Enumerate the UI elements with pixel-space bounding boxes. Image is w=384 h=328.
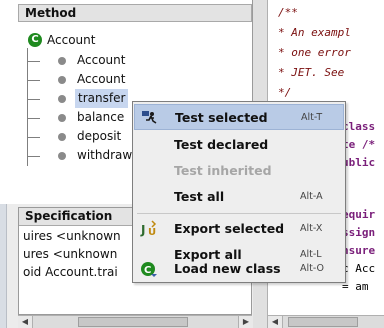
svg-text:J: J — [140, 223, 145, 237]
load-class-icon: C — [140, 260, 158, 278]
menu-item-export-selected[interactable]: J U Export selected Alt-X — [134, 216, 344, 242]
scroll-right-arrow-icon[interactable]: ▶ — [238, 316, 253, 328]
class-icon: C — [28, 33, 42, 47]
menu-item-shortcut: Alt-O — [300, 263, 325, 274]
export-junit-icon: J U — [140, 220, 158, 238]
code-line: ssign — [342, 226, 376, 239]
code-line: /** — [278, 6, 298, 19]
svg-text:C: C — [144, 265, 151, 276]
spec-line: uires <unknown — [23, 229, 121, 243]
menu-item-label: Test all — [174, 189, 225, 204]
code-line: equir — [342, 208, 376, 221]
method-icon — [58, 57, 66, 65]
menu-item-label: Test inherited — [174, 163, 272, 178]
menu-item-load-new-class[interactable]: C Load new class Alt-O — [134, 256, 344, 282]
menu-item-test-selected[interactable]: Test selected Alt-T — [134, 104, 344, 130]
spec-line: oid Account.trai — [23, 265, 118, 279]
tree-method-item[interactable]: Account — [77, 51, 125, 70]
code-line: c Acc — [342, 262, 376, 275]
menu-item-shortcut: Alt-T — [301, 112, 323, 123]
tree-branch — [27, 99, 40, 100]
tree-branch — [27, 156, 40, 157]
tree-method-item-selected[interactable]: transfer — [75, 89, 129, 108]
method-icon — [58, 95, 66, 103]
tree-method-item[interactable]: balance — [77, 108, 124, 127]
code-line: * An exampl — [278, 26, 351, 39]
menu-separator — [137, 213, 341, 214]
code-line: * JET. See — [278, 66, 345, 79]
tree-connector — [27, 48, 28, 166]
tree-branch — [27, 61, 40, 62]
menu-item-label: Export selected — [174, 221, 285, 236]
menu-item-test-declared[interactable]: Test declared — [134, 132, 344, 158]
code-line: class — [342, 120, 376, 133]
menu-item-label: Load new class — [174, 261, 281, 276]
scroll-left-arrow-icon[interactable]: ◀ — [268, 316, 283, 328]
menu-item-shortcut: Alt-A — [300, 191, 323, 202]
code-line: * one error — [278, 46, 351, 59]
menu-item-label: Test declared — [174, 137, 269, 152]
tree-branch — [27, 118, 40, 119]
spec-horizontal-scrollbar[interactable]: ◀ ▶ — [18, 315, 253, 328]
spec-line: ures <unknown — [23, 247, 118, 261]
menu-item-test-all[interactable]: Test all Alt-A — [134, 184, 344, 210]
menu-item-test-inherited: Test inherited — [134, 158, 344, 184]
tree-branch — [27, 137, 40, 138]
method-icon — [58, 133, 66, 141]
run-test-icon — [141, 109, 159, 127]
method-icon — [58, 152, 66, 160]
scroll-left-arrow-icon[interactable]: ◀ — [18, 316, 33, 328]
code-line: nsure — [342, 244, 376, 257]
tree-method-item[interactable]: Account — [77, 70, 125, 89]
svg-text:U: U — [148, 227, 156, 238]
menu-item-label: Test selected — [175, 110, 268, 125]
menu-item-shortcut: Alt-X — [300, 223, 323, 234]
code-line: ublic — [342, 156, 376, 169]
tree-branch — [27, 80, 40, 81]
tree-method-item[interactable]: deposit — [77, 127, 121, 146]
tree-class-account[interactable]: Account — [47, 31, 95, 50]
scroll-thumb[interactable] — [78, 317, 188, 327]
code-line: */ — [278, 86, 292, 99]
editor-horizontal-scrollbar[interactable]: ◀ — [268, 315, 384, 328]
tree-method-item[interactable]: withdraw — [77, 146, 132, 165]
context-menu: Test selected Alt-T Test declared Test i… — [132, 101, 346, 283]
method-icon — [58, 76, 66, 84]
scroll-thumb[interactable] — [288, 317, 358, 327]
code-line: te /* — [342, 138, 376, 151]
method-panel-header: Method — [18, 4, 252, 22]
method-icon — [58, 114, 66, 122]
